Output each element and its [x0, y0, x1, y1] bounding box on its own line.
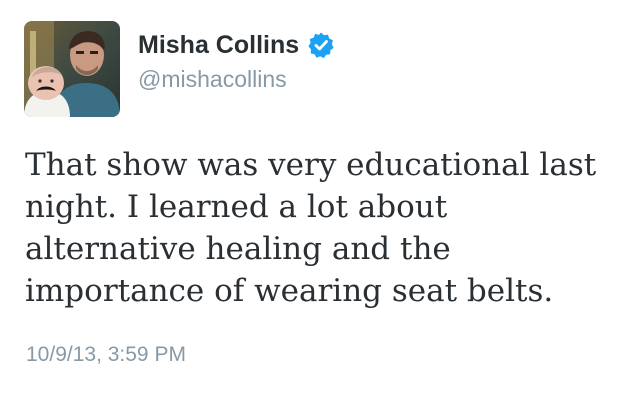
display-name[interactable]: Misha Collins — [138, 31, 299, 60]
tweet-card: Misha Collins @mishacollins That show wa… — [0, 0, 640, 400]
tweet-text-line: importance of wearing seat belts. — [25, 273, 554, 309]
name-row: Misha Collins — [138, 28, 335, 62]
avatar[interactable] — [24, 21, 120, 117]
tweet-text: That show was very educational last nigh… — [25, 144, 625, 312]
profile-photo — [24, 21, 120, 117]
verified-badge-icon — [307, 31, 335, 59]
user-handle[interactable]: @mishacollins — [138, 66, 287, 93]
tweet-timestamp[interactable]: 10/9/13, 3:59 PM — [26, 343, 186, 367]
tweet-text-line: alternative healing and the — [25, 231, 451, 267]
tweet-text-line: That show was very educational last — [25, 147, 597, 183]
tweet-text-line: night. I learned a lot about — [25, 189, 448, 225]
